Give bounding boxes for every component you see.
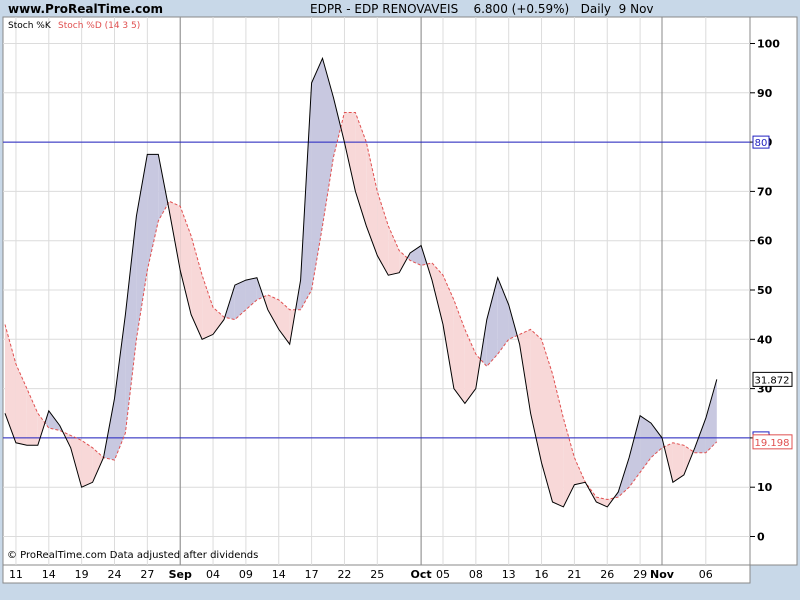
x-tick-label: 21	[567, 568, 581, 581]
last-value-k: 31.872	[755, 375, 790, 386]
x-tick-label: 16	[535, 568, 549, 581]
x-tick-label: 25	[370, 568, 384, 581]
area-fill	[81, 440, 93, 488]
level-label: 80	[755, 138, 768, 149]
x-tick-label: 05	[436, 568, 450, 581]
x-tick-label: 26	[600, 568, 614, 581]
x-tick-label: Oct	[411, 568, 432, 581]
x-tick-label: Sep	[169, 568, 192, 581]
x-tick-label: 04	[206, 568, 220, 581]
x-tick-label: 11	[9, 568, 23, 581]
x-tick-label: 13	[502, 568, 516, 581]
footer-note: © ProRealTime.com Data adjusted after di…	[7, 550, 258, 561]
legend-d: Stoch %D (14 3 5)	[58, 21, 140, 31]
y-tick-label: 10	[757, 481, 773, 494]
x-tick-label: 14	[42, 568, 56, 581]
x-tick-label: 06	[699, 568, 713, 581]
y-tick-label: 50	[757, 284, 773, 297]
legend-k: Stoch %K	[8, 21, 52, 31]
last-value-d: 19.198	[755, 438, 790, 449]
x-tick-label: 29	[633, 568, 647, 581]
y-tick-label: 0	[757, 531, 765, 544]
y-tick-label: 60	[757, 235, 773, 248]
x-tick-label: 09	[239, 568, 253, 581]
x-tick-label: 24	[108, 568, 122, 581]
x-tick-label: 27	[140, 568, 154, 581]
x-tick-label: 08	[469, 568, 483, 581]
y-tick-label: 100	[757, 38, 780, 51]
plot-background	[2, 16, 751, 566]
x-tick-label: 14	[272, 568, 286, 581]
y-tick-label: 70	[757, 185, 773, 198]
y-tick-label: 90	[757, 87, 773, 100]
y-tick-label: 40	[757, 333, 773, 346]
x-tick-label: 17	[305, 568, 319, 581]
stochastic-chart: 0102030405060708090100 1114192427Sep0409…	[2, 16, 798, 584]
x-tick-label: 22	[337, 568, 351, 581]
x-tick-label: 19	[75, 568, 89, 581]
x-tick-label: Nov	[650, 568, 675, 581]
